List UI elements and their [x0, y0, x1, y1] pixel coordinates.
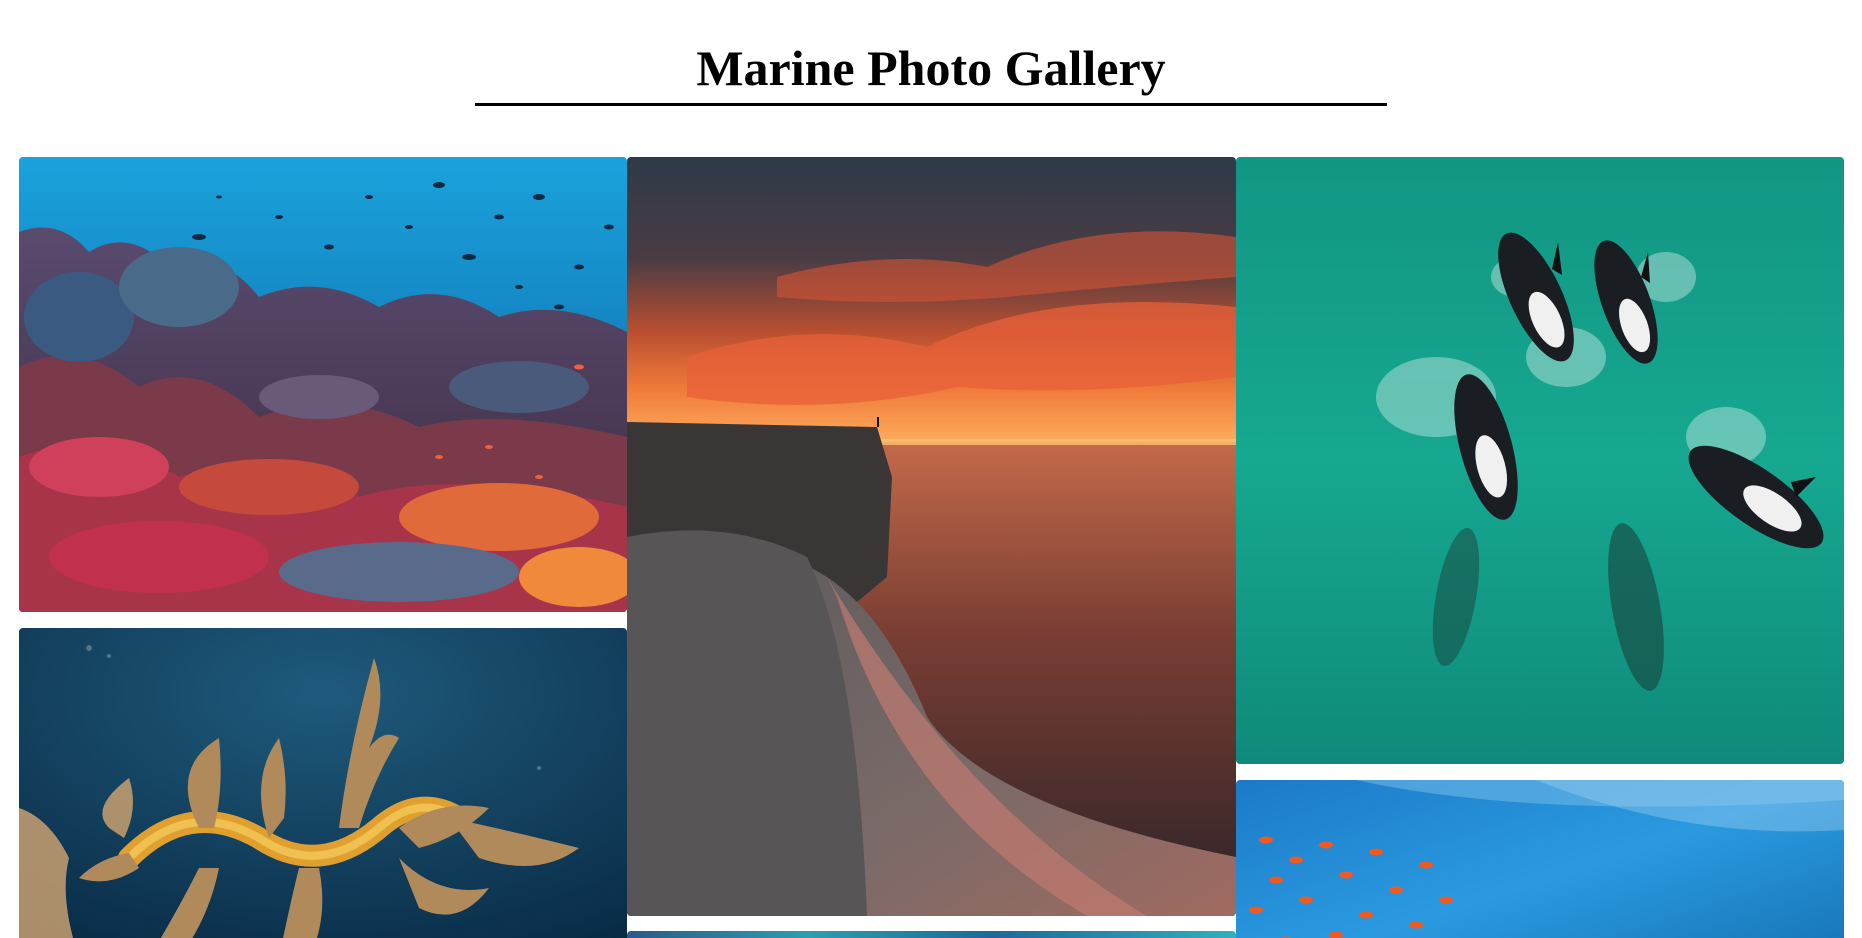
gallery-photo-sea-dragon[interactable]	[19, 628, 627, 938]
orcas-image	[1236, 157, 1844, 764]
coral-reef-image	[19, 157, 627, 612]
gallery-photo-coral-reef[interactable]	[19, 157, 627, 612]
gallery-photo-sunset-cliff[interactable]	[627, 157, 1236, 916]
teal-abstract-image	[627, 931, 1236, 938]
sea-dragon-image	[19, 628, 627, 938]
page-title: Marine Photo Gallery	[696, 40, 1166, 96]
sunset-cliff-image	[627, 157, 1236, 916]
gallery-photo-teal-abstract[interactable]	[627, 931, 1236, 938]
gallery-photo-orcas[interactable]	[1236, 157, 1844, 764]
title-underline	[475, 103, 1387, 106]
fish-school-image	[1236, 780, 1844, 938]
gallery-photo-fish-school[interactable]	[1236, 780, 1844, 938]
